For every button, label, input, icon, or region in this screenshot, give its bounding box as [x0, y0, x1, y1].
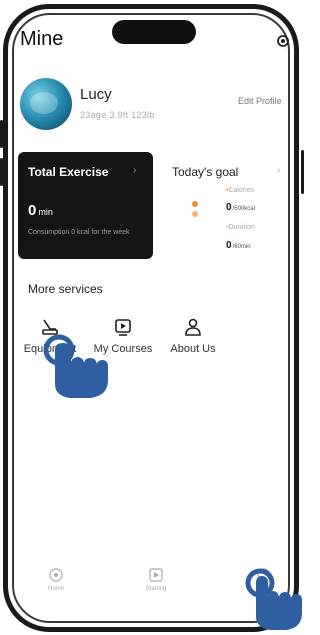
calories-label: •Calories [226, 187, 255, 194]
total-exercise-title: Total Exercise [28, 165, 109, 179]
page-title: Mine [20, 28, 64, 50]
exercise-value: 0 min [28, 202, 53, 219]
tab-label: Starting [145, 586, 167, 592]
tap-hand-icon [43, 334, 108, 398]
home-icon [49, 568, 63, 582]
service-about-us[interactable]: About Us [165, 317, 221, 355]
flame-base-icon [192, 211, 198, 217]
avatar[interactable] [20, 78, 72, 130]
chevron-right-icon: › [133, 165, 137, 176]
tab-label: Home [47, 586, 64, 592]
total-exercise-card[interactable]: Total Exercise › 0 min Consumption 0 kcal… [18, 152, 153, 259]
courses-icon [115, 319, 131, 336]
play-icon [149, 568, 163, 582]
more-services-title: More services [28, 282, 103, 296]
consumption-note: Consumption 0 kcal for the week [28, 229, 130, 236]
duration-label: •Duration [226, 224, 255, 231]
volume-up-button [0, 120, 3, 148]
phone-screen: Mine Lucy 23age 3.9ft 123lb Edit Profile… [0, 0, 304, 635]
duration-label-text: Duration [228, 224, 255, 231]
calories-unit: /500kcal [232, 206, 255, 212]
duration-number: 0 [226, 240, 232, 251]
edit-profile-link[interactable]: Edit Profile [238, 96, 282, 106]
volume-down-button [0, 158, 3, 186]
dynamic-island [112, 20, 196, 44]
duration-value: 0/60min [226, 240, 251, 251]
flame-icon [192, 201, 198, 207]
tab-home[interactable]: Home [36, 568, 76, 592]
duration-unit: /60min [232, 244, 251, 250]
user-stats: 23age 3.9ft 123lb [80, 110, 155, 120]
calories-label-text: Calories [228, 187, 255, 194]
calories-number: 0 [226, 202, 232, 213]
power-button [301, 150, 304, 194]
service-label: About Us [170, 343, 216, 355]
person-icon [185, 318, 201, 336]
tab-starting[interactable]: Starting [136, 568, 176, 592]
user-name: Lucy [80, 86, 112, 103]
gear-icon[interactable] [276, 34, 290, 48]
calories-value: 0/500kcal [226, 202, 255, 213]
tap-hand-icon [245, 568, 302, 630]
chevron-right-icon[interactable]: › [277, 165, 280, 176]
exercise-minutes: 0 [28, 202, 37, 219]
exercise-unit: min [38, 207, 53, 217]
todays-goal-title[interactable]: Today's goal [172, 165, 238, 179]
